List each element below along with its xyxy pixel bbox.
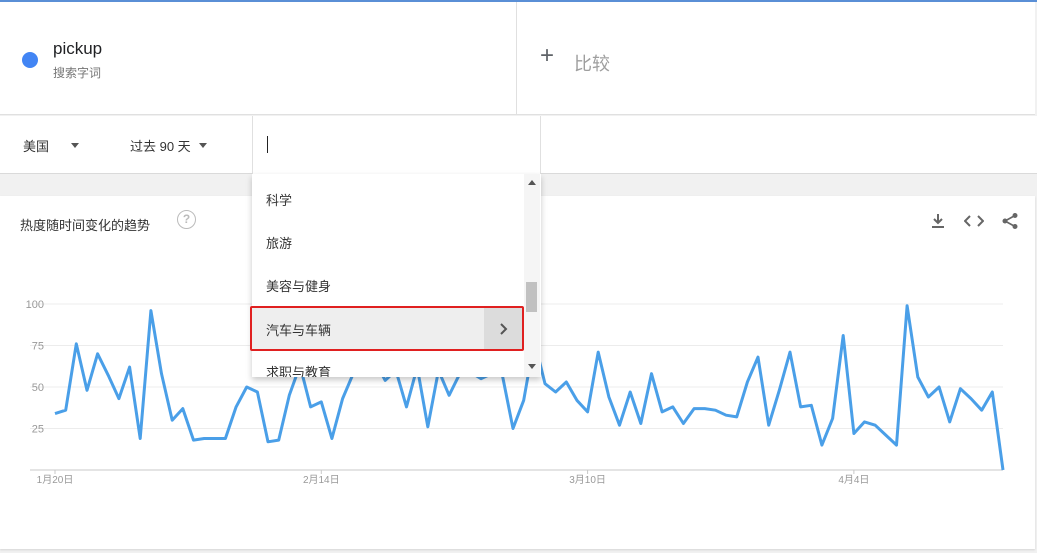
compare-label: 比较 bbox=[574, 54, 610, 74]
time-range-filter[interactable]: 过去 90 天 bbox=[130, 136, 207, 155]
x-tick-label: 1月20日 bbox=[37, 474, 74, 486]
y-tick-label: 50 bbox=[32, 382, 44, 394]
category-item[interactable]: 旅游 bbox=[252, 221, 524, 263]
category-item-label: 旅游 bbox=[266, 235, 293, 251]
category-item-label: 求职与教育 bbox=[266, 364, 332, 378]
term-type-label: 搜索字词 bbox=[53, 66, 102, 80]
chevron-down-icon bbox=[198, 143, 207, 148]
category-search-input[interactable] bbox=[252, 116, 541, 174]
x-tick-label: 2月14日 bbox=[303, 474, 340, 486]
plus-icon: + bbox=[540, 42, 555, 69]
text-cursor bbox=[267, 136, 268, 153]
scroll-down-arrow-icon[interactable] bbox=[528, 364, 536, 369]
scroll-up-arrow-icon[interactable] bbox=[528, 180, 536, 185]
y-tick-label: 25 bbox=[32, 424, 44, 436]
chevron-down-icon bbox=[71, 143, 80, 148]
category-item-label: 美容与健身 bbox=[266, 278, 332, 294]
region-filter[interactable]: 美国 bbox=[23, 136, 80, 155]
search-term-bar: pickup 搜索字词 + 比较 bbox=[0, 2, 1035, 115]
category-item[interactable]: 美容与健身 bbox=[252, 264, 524, 306]
category-item[interactable]: 求职与教育 bbox=[252, 350, 524, 378]
scrollbar-thumb[interactable] bbox=[526, 282, 537, 312]
x-tick-label: 4月4日 bbox=[838, 474, 869, 486]
search-term-card[interactable]: pickup 搜索字词 bbox=[0, 2, 517, 115]
category-item-label: 科学 bbox=[266, 192, 293, 208]
filter-bar: 美国 过去 90 天 bbox=[0, 116, 1037, 174]
y-tick-label: 100 bbox=[26, 299, 44, 311]
y-tick-label: 75 bbox=[32, 341, 44, 353]
dropdown-scrollbar[interactable] bbox=[524, 174, 540, 377]
term-name[interactable]: pickup bbox=[53, 39, 102, 59]
compare-button[interactable]: + 比较 bbox=[518, 2, 1035, 115]
x-tick-label: 3月10日 bbox=[569, 474, 606, 486]
category-item[interactable]: 科学 bbox=[252, 178, 524, 220]
time-range-label: 过去 90 天 bbox=[130, 139, 191, 154]
term-color-dot bbox=[22, 52, 38, 68]
highlight-annotation bbox=[250, 306, 524, 351]
region-filter-label: 美国 bbox=[23, 139, 50, 154]
